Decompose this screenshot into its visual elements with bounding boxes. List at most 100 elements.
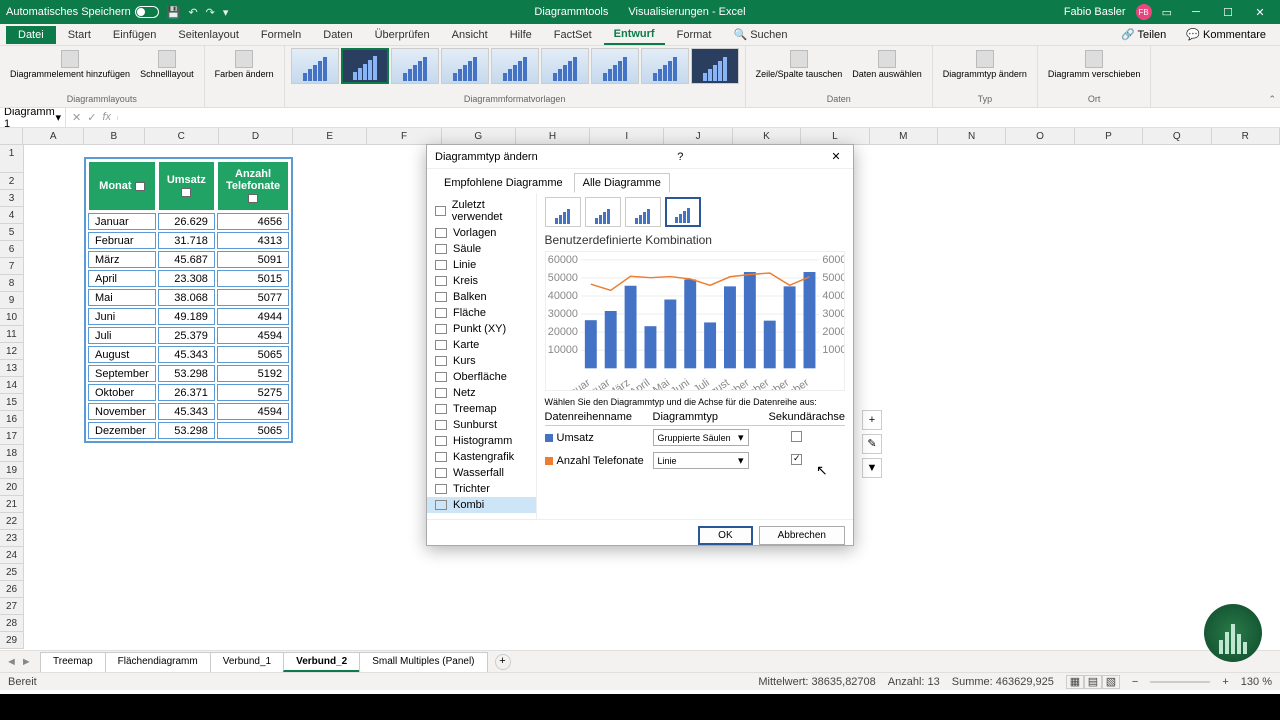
- cell[interactable]: 45.687: [158, 251, 215, 268]
- th[interactable]: Monat: [88, 161, 156, 211]
- zoom-slider[interactable]: [1150, 681, 1210, 683]
- chart-style-8[interactable]: [641, 48, 689, 84]
- cell[interactable]: 5015: [217, 270, 289, 287]
- th[interactable]: Umsatz: [158, 161, 215, 211]
- row-23[interactable]: 23: [0, 530, 24, 547]
- tab-einfügen[interactable]: Einfügen: [103, 26, 166, 44]
- charttype-säule[interactable]: Säule: [427, 241, 536, 257]
- secondary-axis-checkbox[interactable]: [791, 431, 802, 442]
- view-layout-icon[interactable]: ▤: [1084, 675, 1102, 689]
- enter-fx-icon[interactable]: ✓: [87, 111, 96, 124]
- chart-style-5[interactable]: [491, 48, 539, 84]
- combo-subtype-2[interactable]: [625, 197, 661, 227]
- change-charttype-button[interactable]: Diagrammtyp ändern: [939, 48, 1031, 82]
- move-chart-button[interactable]: Diagramm verschieben: [1044, 48, 1145, 82]
- row-26[interactable]: 26: [0, 581, 24, 598]
- chart-style-6[interactable]: [541, 48, 589, 84]
- row-12[interactable]: 12: [0, 343, 24, 360]
- select-data-button[interactable]: Daten auswählen: [848, 48, 926, 82]
- sheet-tab[interactable]: Verbund_2: [283, 652, 360, 672]
- combo-subtype-1[interactable]: [585, 197, 621, 227]
- row-14[interactable]: 14: [0, 377, 24, 394]
- col-P[interactable]: P: [1075, 128, 1143, 144]
- add-sheet-button[interactable]: +: [495, 654, 511, 670]
- col-D[interactable]: D: [219, 128, 293, 144]
- zoom-in-icon[interactable]: +: [1222, 676, 1228, 688]
- charttype-karte[interactable]: Karte: [427, 337, 536, 353]
- series-type-select[interactable]: Gruppierte Säulen▾: [653, 429, 749, 446]
- cell[interactable]: 5065: [217, 422, 289, 439]
- col-O[interactable]: O: [1006, 128, 1074, 144]
- col-F[interactable]: F: [367, 128, 441, 144]
- row-2[interactable]: 2: [0, 173, 24, 190]
- secondary-axis-checkbox[interactable]: [791, 454, 802, 465]
- charttype-punkt (xy)[interactable]: Punkt (XY): [427, 321, 536, 337]
- row-29[interactable]: 29: [0, 632, 24, 649]
- dialog-help-icon[interactable]: ?: [677, 151, 683, 163]
- sheet-tab[interactable]: Treemap: [40, 652, 106, 672]
- cell[interactable]: Januar: [88, 213, 156, 230]
- cell[interactable]: 26.629: [158, 213, 215, 230]
- cell[interactable]: 26.371: [158, 384, 215, 401]
- chart-style-7[interactable]: [591, 48, 639, 84]
- cell[interactable]: 49.189: [158, 308, 215, 325]
- charttype-kastengrafik[interactable]: Kastengrafik: [427, 449, 536, 465]
- row-21[interactable]: 21: [0, 496, 24, 513]
- charttype-kombi[interactable]: Kombi: [427, 497, 536, 513]
- cell[interactable]: 23.308: [158, 270, 215, 287]
- chart-style-1[interactable]: [291, 48, 339, 84]
- chart-filter-icon[interactable]: ▼: [862, 458, 882, 478]
- cell[interactable]: 5091: [217, 251, 289, 268]
- select-all[interactable]: [0, 128, 23, 144]
- col-C[interactable]: C: [145, 128, 219, 144]
- charttype-histogramm[interactable]: Histogramm: [427, 433, 536, 449]
- row-8[interactable]: 8: [0, 275, 24, 292]
- row-13[interactable]: 13: [0, 360, 24, 377]
- col-A[interactable]: A: [23, 128, 84, 144]
- row-27[interactable]: 27: [0, 598, 24, 615]
- combo-subtype-0[interactable]: [545, 197, 581, 227]
- ok-button[interactable]: OK: [698, 526, 752, 545]
- quicklayout-button[interactable]: Schnelllayout: [136, 48, 198, 82]
- cell[interactable]: 45.343: [158, 403, 215, 420]
- cell[interactable]: 5065: [217, 346, 289, 363]
- filter-icon[interactable]: [248, 194, 258, 203]
- row-4[interactable]: 4: [0, 207, 24, 224]
- cell[interactable]: 4594: [217, 403, 289, 420]
- tab-start[interactable]: Start: [58, 26, 101, 44]
- tab-ansicht[interactable]: Ansicht: [442, 26, 498, 44]
- row-20[interactable]: 20: [0, 479, 24, 496]
- cell[interactable]: März: [88, 251, 156, 268]
- sheet-tab[interactable]: Verbund_1: [210, 652, 284, 672]
- tab-hilfe[interactable]: Hilfe: [500, 26, 542, 44]
- col-R[interactable]: R: [1212, 128, 1280, 144]
- row-10[interactable]: 10: [0, 309, 24, 326]
- charttype-oberfläche[interactable]: Oberfläche: [427, 369, 536, 385]
- redo-icon[interactable]: ↷: [206, 6, 215, 19]
- col-I[interactable]: I: [590, 128, 664, 144]
- view-normal-icon[interactable]: ▦: [1066, 675, 1084, 689]
- cell[interactable]: August: [88, 346, 156, 363]
- chart-style-9[interactable]: [691, 48, 739, 84]
- filter-icon[interactable]: [135, 182, 145, 191]
- save-icon[interactable]: 💾: [167, 6, 181, 19]
- cancel-button[interactable]: Abbrechen: [759, 526, 845, 545]
- chart-style-2[interactable]: [341, 48, 389, 84]
- cell[interactable]: 53.298: [158, 422, 215, 439]
- share-button[interactable]: 🔗 Teilen: [1113, 25, 1174, 44]
- th[interactable]: AnzahlTelefonate: [217, 161, 289, 211]
- maximize-icon[interactable]: ☐: [1214, 6, 1242, 19]
- charttype-trichter[interactable]: Trichter: [427, 481, 536, 497]
- col-H[interactable]: H: [516, 128, 590, 144]
- row-6[interactable]: 6: [0, 241, 24, 258]
- tab-formeln[interactable]: Formeln: [251, 26, 311, 44]
- cell[interactable]: 5077: [217, 289, 289, 306]
- ribbon-opts-icon[interactable]: ▭: [1162, 6, 1172, 19]
- autosave-toggle[interactable]: [135, 6, 159, 18]
- tab-überprüfen[interactable]: Überprüfen: [365, 26, 440, 44]
- col-J[interactable]: J: [664, 128, 732, 144]
- row-16[interactable]: 16: [0, 411, 24, 428]
- charttype-zuletzt verwendet[interactable]: Zuletzt verwendet: [427, 197, 536, 225]
- row-3[interactable]: 3: [0, 190, 24, 207]
- cell[interactable]: 45.343: [158, 346, 215, 363]
